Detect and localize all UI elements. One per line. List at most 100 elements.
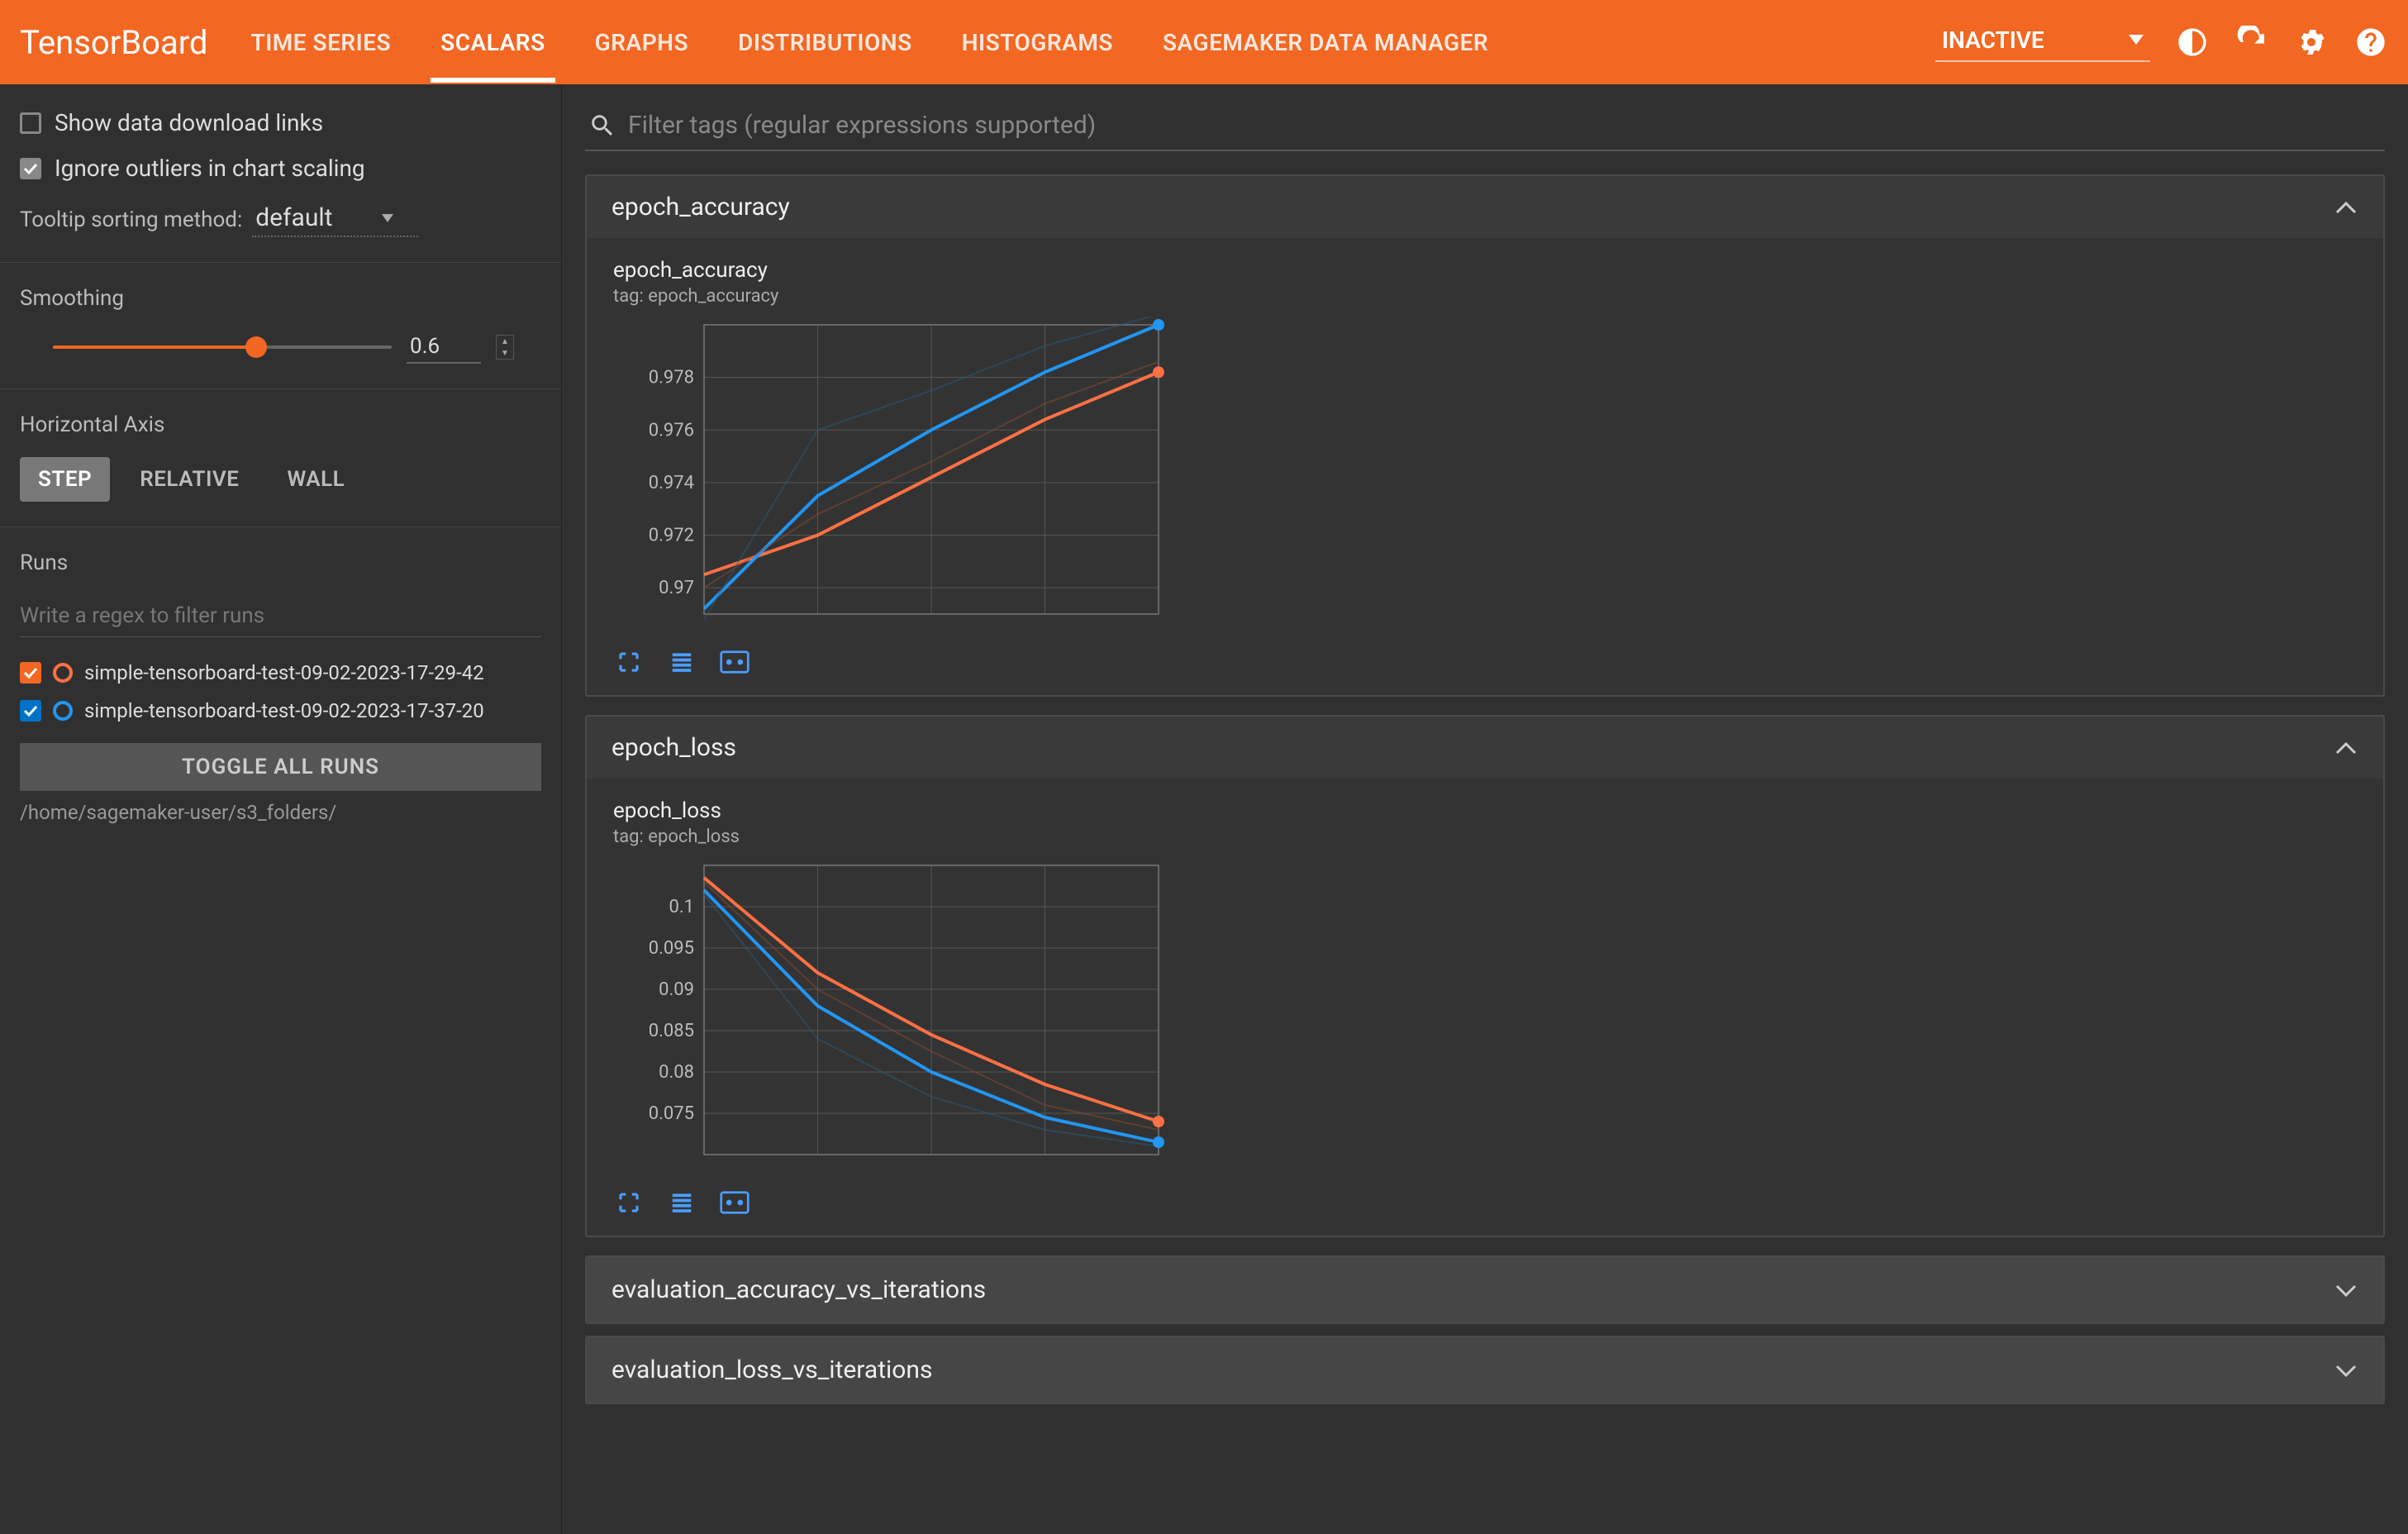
chart-wrap: epoch_accuracy tag: epoch_accuracy 0.970…	[613, 258, 1175, 675]
smoothing-slider[interactable]	[53, 345, 392, 349]
run-name[interactable]: simple-tensorboard-test-09-02-2023-17-37…	[84, 698, 541, 723]
divider	[0, 388, 561, 389]
settings-icon[interactable]	[2294, 25, 2329, 60]
svg-text:0.976: 0.976	[649, 420, 694, 441]
ignore-outliers-checkbox[interactable]	[20, 158, 41, 179]
chart-epoch-accuracy[interactable]: 0.97 0.972 0.974 0.976 0.978	[613, 317, 1175, 631]
panel-header[interactable]: epoch_loss	[587, 717, 2383, 779]
chevron-down-icon	[2129, 35, 2144, 45]
header-right: INACTIVE	[1935, 23, 2388, 62]
svg-text:0.978: 0.978	[649, 368, 694, 388]
runs-path: /home/sagemaker-user/s3_folders/	[20, 801, 541, 824]
search-icon	[588, 112, 616, 140]
svg-text:0.075: 0.075	[649, 1103, 694, 1124]
chart-title: epoch_accuracy	[613, 258, 1175, 283]
slider-thumb[interactable]	[245, 336, 267, 358]
log-scale-icon[interactable]	[666, 649, 697, 675]
run-checkbox[interactable]	[20, 700, 41, 722]
svg-text:0.974: 0.974	[649, 473, 694, 493]
tag-filter-input[interactable]	[628, 111, 2382, 140]
smoothing-label: Smoothing	[20, 286, 541, 311]
runs-label: Runs	[20, 550, 541, 575]
content: epoch_accuracy epoch_accuracy tag: epoch…	[562, 84, 2408, 1534]
panel-evaluation-loss-collapsed[interactable]: evaluation_loss_vs_iterations	[585, 1336, 2385, 1404]
panel-title: epoch_loss	[612, 733, 736, 762]
panel-epoch-accuracy: epoch_accuracy epoch_accuracy tag: epoch…	[585, 174, 2385, 697]
main-layout: Show data download links Ignore outliers…	[0, 84, 2408, 1534]
run-checkbox[interactable]	[20, 662, 41, 684]
sidebar: Show data download links Ignore outliers…	[0, 84, 562, 1534]
runs-filter-input[interactable]	[20, 595, 541, 637]
svg-text:0.085: 0.085	[649, 1021, 694, 1041]
svg-text:0.972: 0.972	[649, 526, 694, 546]
chevron-down-icon	[382, 214, 393, 222]
divider	[0, 526, 561, 527]
chart-epoch-loss[interactable]: 0.075 0.08 0.085 0.09 0.095 0.1	[613, 857, 1175, 1171]
axis-wall-button[interactable]: WALL	[269, 457, 363, 502]
panel-epoch-loss: epoch_loss epoch_loss tag: epoch_loss 0.…	[585, 715, 2385, 1237]
run-color-swatch	[53, 663, 73, 683]
spinner-up[interactable]: ▲	[497, 336, 513, 347]
tab-time-series[interactable]: TIME SERIES	[240, 2, 401, 83]
divider	[0, 262, 561, 263]
help-icon[interactable]	[2353, 25, 2388, 60]
smoothing-spinner: ▲ ▼	[496, 335, 514, 360]
axis-button-group: STEP RELATIVE WALL	[20, 457, 541, 502]
expand-icon[interactable]	[613, 649, 645, 675]
panel-body: epoch_loss tag: epoch_loss 0.0750.080.08…	[587, 779, 2383, 1236]
filter-row	[585, 104, 2385, 151]
status-label: INACTIVE	[1942, 26, 2044, 54]
tooltip-sort-row: Tooltip sorting method: default	[20, 202, 541, 237]
svg-text:0.97: 0.97	[659, 578, 694, 598]
show-download-checkbox[interactable]	[20, 112, 41, 134]
tooltip-sort-value: default	[255, 203, 332, 232]
run-name[interactable]: simple-tensorboard-test-09-02-2023-17-29…	[84, 660, 541, 685]
collapsed-title: evaluation_accuracy_vs_iterations	[612, 1275, 986, 1304]
app-logo: TensorBoard	[20, 23, 207, 62]
run-row: simple-tensorboard-test-09-02-2023-17-37…	[20, 692, 541, 730]
tab-graphs[interactable]: GRAPHS	[585, 2, 698, 83]
smoothing-slider-row: 0.6 ▲ ▼	[20, 331, 541, 364]
chevron-up-icon	[2334, 740, 2358, 756]
tooltip-sort-label: Tooltip sorting method:	[20, 207, 242, 232]
fit-domain-icon[interactable]	[719, 1189, 750, 1216]
smoothing-value[interactable]: 0.6	[407, 331, 481, 364]
run-color-swatch	[53, 701, 73, 721]
tab-histograms[interactable]: HISTOGRAMS	[952, 2, 1123, 83]
chart-actions	[613, 649, 1175, 675]
horizontal-axis-label: Horizontal Axis	[20, 412, 541, 437]
status-select[interactable]: INACTIVE	[1935, 23, 2150, 62]
chevron-up-icon	[2334, 199, 2358, 216]
refresh-icon[interactable]	[2234, 25, 2269, 60]
svg-text:0.095: 0.095	[649, 938, 694, 959]
header-tabs: TIME SERIES SCALARS GRAPHS DISTRIBUTIONS…	[240, 2, 1498, 83]
axis-step-button[interactable]: STEP	[20, 457, 110, 502]
spinner-down[interactable]: ▼	[497, 347, 513, 359]
svg-text:0.1: 0.1	[669, 897, 694, 917]
axis-relative-button[interactable]: RELATIVE	[121, 457, 257, 502]
chart-subtitle: tag: epoch_accuracy	[613, 286, 1175, 307]
toggle-all-runs-button[interactable]: TOGGLE ALL RUNS	[20, 743, 541, 791]
panel-header[interactable]: epoch_accuracy	[587, 176, 2383, 238]
tab-scalars[interactable]: SCALARS	[431, 2, 555, 83]
expand-icon[interactable]	[613, 1189, 645, 1216]
app-header: TensorBoard TIME SERIES SCALARS GRAPHS D…	[0, 0, 2408, 84]
show-download-row: Show data download links	[20, 109, 541, 136]
panel-title: epoch_accuracy	[612, 193, 790, 222]
collapsed-title: evaluation_loss_vs_iterations	[612, 1355, 932, 1384]
tab-distributions[interactable]: DISTRIBUTIONS	[728, 2, 922, 83]
svg-text:0.09: 0.09	[659, 979, 694, 1000]
ignore-outliers-label: Ignore outliers in chart scaling	[55, 155, 365, 182]
svg-text:0.08: 0.08	[659, 1062, 694, 1083]
tab-sagemaker-data-manager[interactable]: SAGEMAKER DATA MANAGER	[1153, 2, 1498, 83]
run-row: simple-tensorboard-test-09-02-2023-17-29…	[20, 654, 541, 692]
theme-toggle-icon[interactable]	[2175, 25, 2210, 60]
panel-evaluation-accuracy-collapsed[interactable]: evaluation_accuracy_vs_iterations	[585, 1255, 2385, 1324]
chart-actions	[613, 1189, 1175, 1216]
log-scale-icon[interactable]	[666, 1189, 697, 1216]
fit-domain-icon[interactable]	[719, 649, 750, 675]
tooltip-sort-select[interactable]: default	[252, 202, 418, 237]
chart-subtitle: tag: epoch_loss	[613, 827, 1175, 847]
chart-wrap: epoch_loss tag: epoch_loss 0.0750.080.08…	[613, 798, 1175, 1216]
show-download-label: Show data download links	[55, 109, 323, 136]
